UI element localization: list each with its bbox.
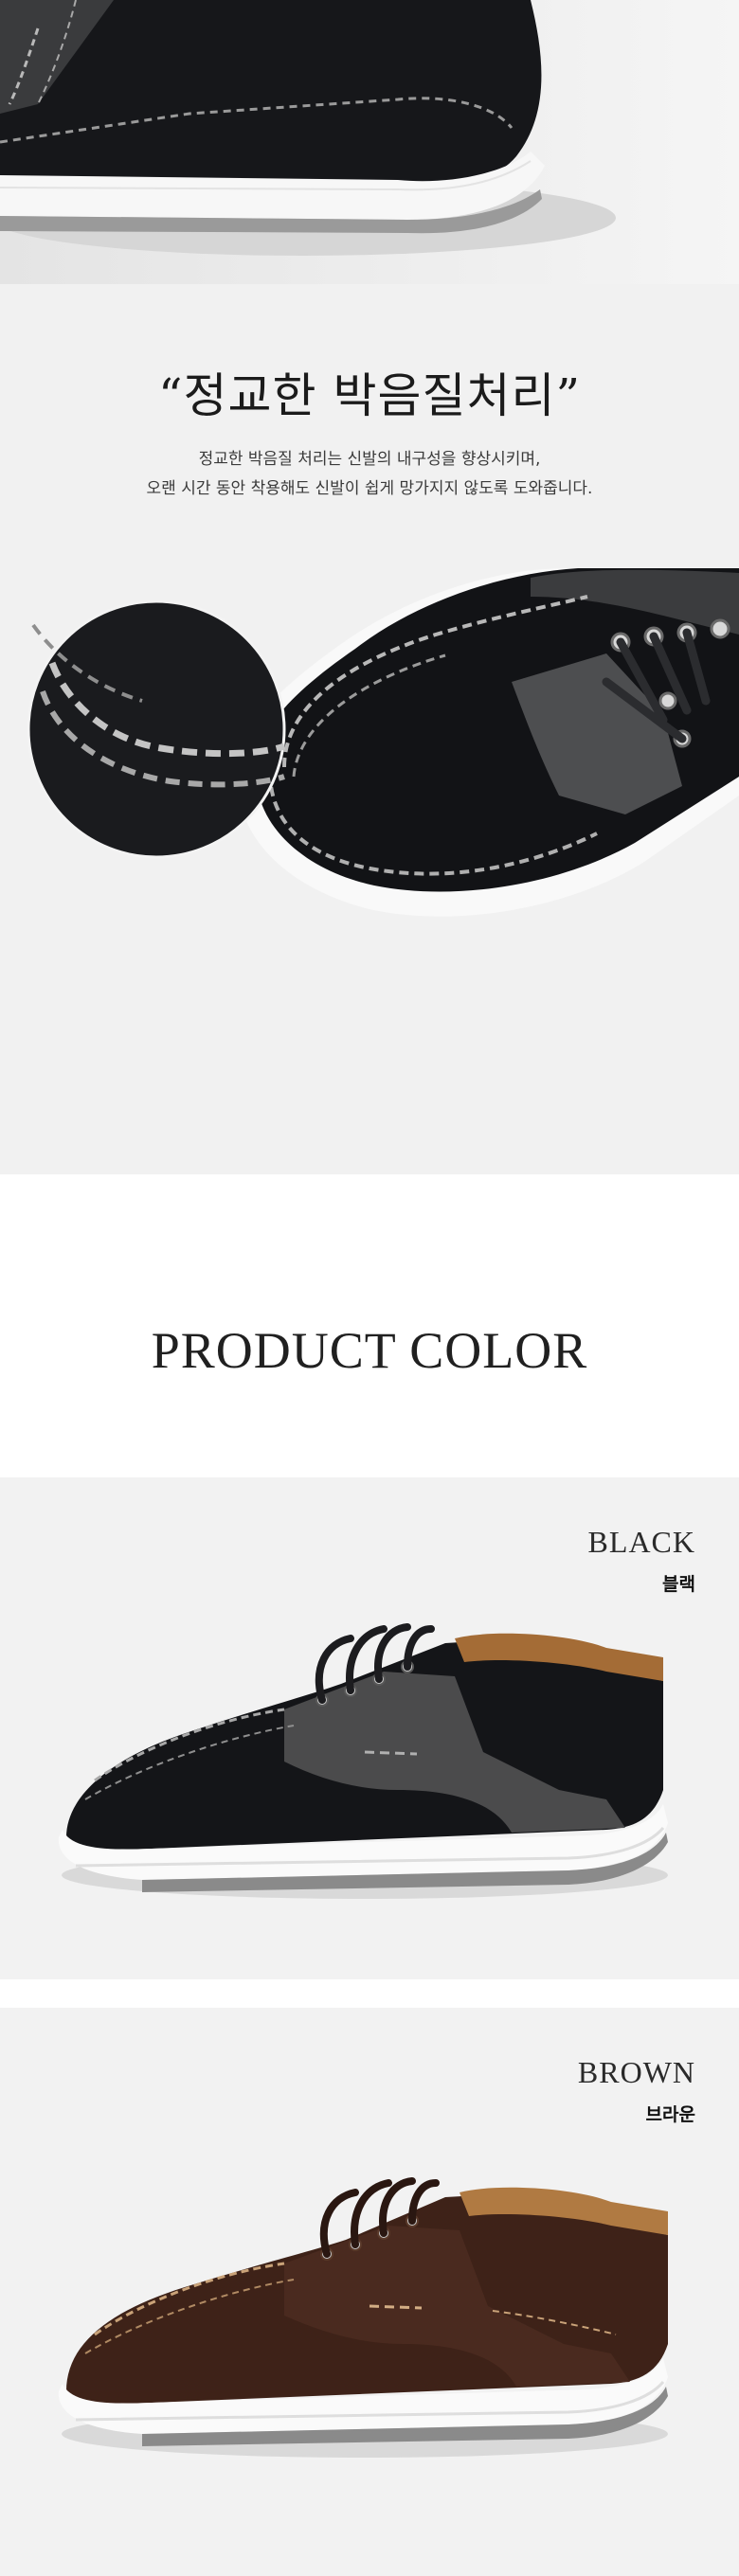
color-gap <box>0 1979 739 2008</box>
color-option-brown: BROWN 브라운 <box>0 2008 739 2576</box>
shoe-closeup-image <box>0 0 739 284</box>
top-shoe-crop-section <box>0 0 739 284</box>
product-color-heading-section: PRODUCT COLOR <box>0 1174 739 1477</box>
product-color-heading: PRODUCT COLOR <box>151 1322 588 1379</box>
stitching-detail-section: “정교한 박음질처리” 정교한 박음질 처리는 신발의 내구성을 향상시키며, … <box>0 284 739 1174</box>
color-option-black: BLACK 블랙 <box>0 1477 739 1979</box>
stitching-closeup-image <box>27 568 739 917</box>
brown-shoe-image <box>58 2177 669 2458</box>
black-shoe-image <box>58 1623 669 1899</box>
